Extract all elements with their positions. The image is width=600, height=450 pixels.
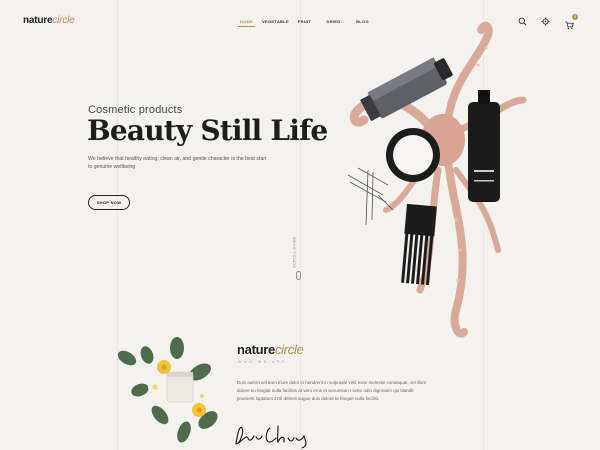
cart-button[interactable]: 0 <box>565 14 578 30</box>
about-tagline: WHO WE ARE <box>238 360 287 364</box>
nav-item-vegetable[interactable]: VEGETABLE <box>261 19 290 26</box>
brand-logo[interactable]: nature circle <box>23 15 75 26</box>
shop-now-button[interactable]: SHOP NOW <box>88 195 130 210</box>
cart-count-badge: 0 <box>572 14 578 20</box>
scroll-label: SCROLL DOWN <box>292 236 297 268</box>
signature-image <box>235 425 307 449</box>
logo-main-text: nature <box>23 15 53 26</box>
nav-item-fruit[interactable]: FRUIT <box>290 19 319 26</box>
page: nature circle HOME VEGETABLE FRUIT DRIED … <box>0 0 600 450</box>
nav-item-home[interactable]: HOME <box>232 19 261 27</box>
hero-still-life-image <box>347 21 527 338</box>
about-text: Duis autem vel eum iriure dolor in hendr… <box>237 380 427 401</box>
about-logo-main: nature <box>237 342 275 357</box>
scroll-down-hint[interactable]: SCROLL DOWN <box>292 236 303 283</box>
hero-description: We believe that healthy eating, clean ai… <box>88 156 267 170</box>
about-logo: nature circle <box>237 342 304 357</box>
cart-icon <box>565 21 574 30</box>
product-flowers-image <box>117 337 218 443</box>
mouse-icon <box>296 271 301 280</box>
hero-title: Beauty Still Life <box>87 114 328 147</box>
gear-icon[interactable] <box>541 17 550 26</box>
logo-accent-text: circle <box>52 15 75 26</box>
about-logo-accent: circle <box>274 342 304 357</box>
